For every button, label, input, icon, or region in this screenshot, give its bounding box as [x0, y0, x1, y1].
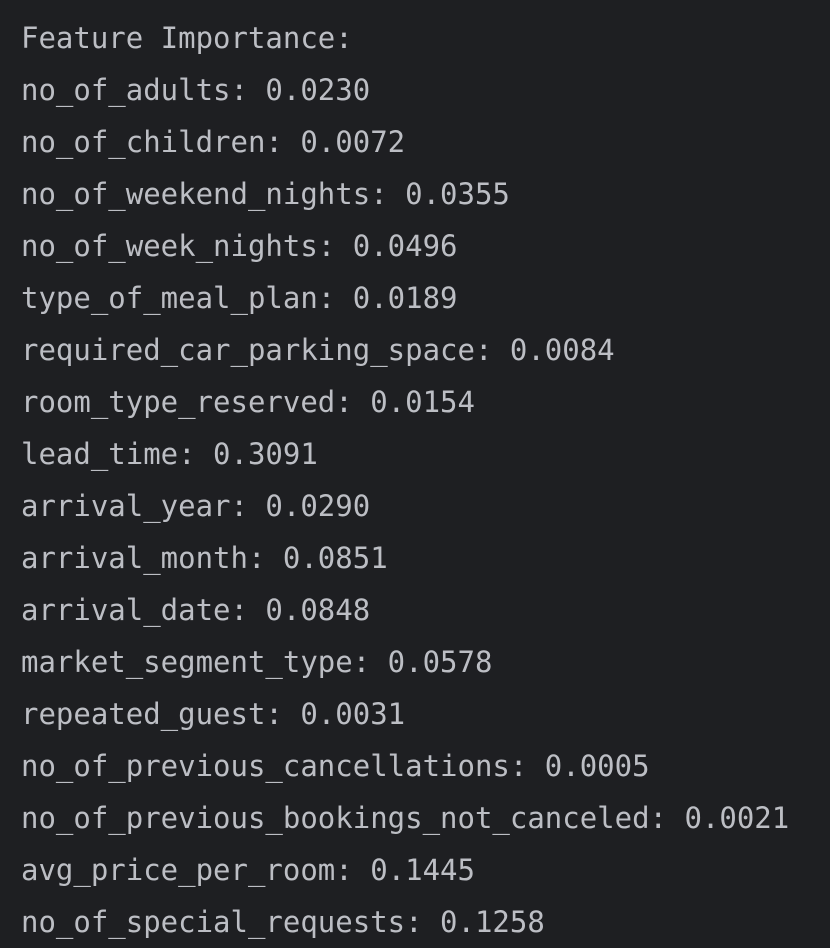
console-line: no_of_special_requests: 0.1258 — [21, 905, 545, 939]
console-line: no_of_adults: 0.0230 — [21, 73, 371, 107]
console-line: avg_price_per_room: 0.1445 — [21, 853, 475, 887]
console-line: no_of_previous_cancellations: 0.0005 — [21, 749, 650, 783]
console-output: Feature Importance: no_of_adults: 0.0230… — [0, 0, 830, 939]
console-line: no_of_week_nights: 0.0496 — [21, 229, 458, 263]
console-line: repeated_guest: 0.0031 — [21, 697, 406, 731]
console-line: arrival_date: 0.0848 — [21, 593, 371, 627]
console-line: no_of_children: 0.0072 — [21, 125, 406, 159]
console-line: required_car_parking_space: 0.0084 — [21, 333, 615, 367]
console-line: type_of_meal_plan: 0.0189 — [21, 281, 458, 315]
console-heading: Feature Importance: — [21, 21, 353, 55]
console-line: no_of_weekend_nights: 0.0355 — [21, 177, 510, 211]
console-line: room_type_reserved: 0.0154 — [21, 385, 475, 419]
console-line: arrival_year: 0.0290 — [21, 489, 371, 523]
console-line: no_of_previous_bookings_not_canceled: 0.… — [21, 801, 790, 835]
console-line: arrival_month: 0.0851 — [21, 541, 388, 575]
console-line: market_segment_type: 0.0578 — [21, 645, 493, 679]
console-line: lead_time: 0.3091 — [21, 437, 318, 471]
